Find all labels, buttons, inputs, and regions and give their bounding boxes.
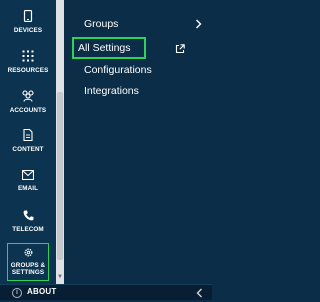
menu-item-all-settings[interactable]: All Settings [72,37,146,59]
sidebar-item-accounts[interactable]: ACCOUNTS [0,90,56,114]
menu-item-integrations[interactable]: Integrations [76,81,204,101]
sidebar-item-label: RESOURCES [7,67,49,74]
sidebar-item-label: CONTENT [12,146,44,153]
external-link-icon[interactable] [175,41,185,59]
sidebar-item-label: EMAIL [17,185,39,192]
menu-item-label: All Settings [78,42,131,54]
envelope-icon [22,170,34,180]
gear-icon [24,248,32,257]
menu-item-label: Integrations [84,85,139,97]
chevron-right-icon [195,14,202,36]
sidebar-item-telecom[interactable]: TELECOM [0,210,56,233]
sidebar-item-label: GROUPS & SETTINGS [10,262,46,276]
sidebar-item-resources[interactable]: RESOURCES [0,50,56,74]
scrollbar-thumb[interactable] [57,92,63,260]
document-icon [23,129,33,141]
sidebar-item-devices[interactable]: DEVICES [0,10,56,34]
sidebar-scrollbar[interactable] [56,0,64,284]
telephone-icon [23,210,33,221]
phone-icon [23,10,33,22]
users-icon [22,90,34,102]
sidebar-item-email[interactable]: EMAIL [0,170,56,192]
bottom-bar: i ABOUT [0,284,212,300]
sidebar-nav: DEVICES RESOURCES ACCOUNTS CONTENT EMAIL… [0,0,56,284]
sidebar-item-label: ACCOUNTS [9,107,47,114]
menu-item-groups[interactable]: Groups [76,14,204,34]
sidebar-item-label: DEVICES [13,27,43,34]
grid-icon [22,50,34,62]
menu-item-label: Configurations [84,64,152,76]
sidebar-item-content[interactable]: CONTENT [0,129,56,153]
menu-item-configurations[interactable]: Configurations [76,60,204,80]
sidebar-item-label: TELECOM [12,226,44,233]
sidebar-item-groups-settings[interactable]: GROUPS & SETTINGS [7,243,49,281]
menu-item-label: Groups [84,18,119,30]
scroll-down-arrow-icon[interactable]: ▼ [57,273,63,281]
info-icon[interactable]: i [12,288,22,298]
settings-panel: Groups All Settings Configurations Integ… [64,0,212,284]
about-link[interactable]: ABOUT [27,287,56,296]
